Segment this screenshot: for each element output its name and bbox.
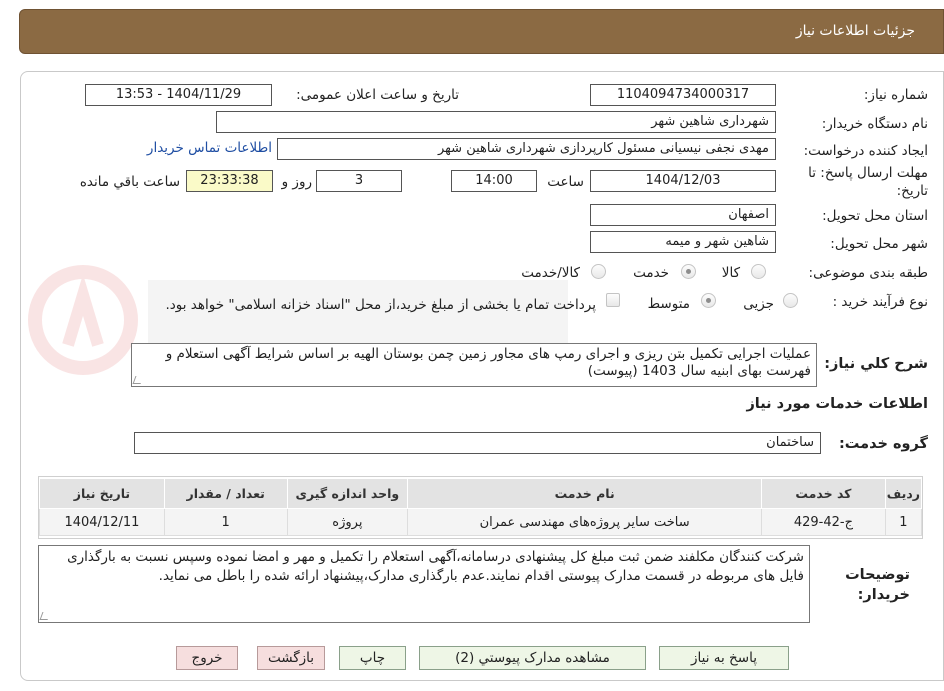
cell-unit: پروژه xyxy=(286,508,409,536)
deadline-time-label: ساعت xyxy=(547,174,584,190)
cell-row-number: 1 xyxy=(884,508,923,536)
process-medium-radio[interactable] xyxy=(701,293,716,308)
column-header-quantity: تعداد / مقدار xyxy=(163,478,288,509)
remaining-label: ساعت باقي مانده xyxy=(79,174,180,190)
category-label: طبقه بندی موضوعی: xyxy=(808,265,928,281)
description-text: عملیات اجرایی تکمیل بتن ریزی و اجرای رمپ… xyxy=(165,346,811,379)
city-field: شاهین شهر و میمه xyxy=(590,231,776,253)
deadline-time-field: 14:00 xyxy=(451,170,537,192)
requester-field: مهدی نجفی نیسیانی مسئول کارپردازی شهردار… xyxy=(277,138,776,160)
province-field: اصفهان xyxy=(590,204,776,226)
column-header-need-date: تاریخ نیاز xyxy=(39,478,165,509)
province-label: استان محل تحویل: xyxy=(822,208,928,224)
buyer-notes-label: توضیحات xyxy=(845,567,910,583)
table-row: 1 ج-42-429 ساخت سایر پروژه‌های مهندسی عم… xyxy=(39,508,923,536)
page-header: جزئیات اطلاعات نیاز xyxy=(19,9,944,54)
process-minor-label: جزیی xyxy=(743,296,774,312)
column-header-unit: واحد اندازه گیری xyxy=(286,478,409,509)
category-goods-label: کالا xyxy=(721,265,740,281)
page-title: جزئیات اطلاعات نیاز xyxy=(795,23,915,39)
cell-need-date: 1404/12/11 xyxy=(39,508,165,536)
buyer-contact-link[interactable]: اطلاعات تماس خریدار xyxy=(147,140,272,156)
remaining-time-field: 23:33:38 xyxy=(186,170,273,192)
back-button[interactable]: بازگشت xyxy=(257,646,325,670)
announce-datetime-field: 1404/11/29 - 13:53 xyxy=(85,84,272,106)
announce-label: تاریخ و ساعت اعلان عمومی: xyxy=(296,87,459,103)
resize-handle-icon[interactable] xyxy=(132,376,144,384)
need-number-label: شماره نیاز: xyxy=(863,87,928,103)
view-attachments-button[interactable]: مشاهده مدارک پیوستي (2) xyxy=(419,646,646,670)
cell-service-name: ساخت سایر پروژه‌های مهندسی عمران xyxy=(407,508,763,536)
column-header-service-code: کد خدمت xyxy=(761,478,886,509)
process-label: نوع فرآیند خرید : xyxy=(832,294,928,310)
remaining-days-field: 3 xyxy=(316,170,402,192)
table-header-row: ردیف کد خدمت نام خدمت واحد اندازه گیری ت… xyxy=(39,478,923,509)
service-group-label: گروه خدمت: xyxy=(838,436,928,452)
category-goods-radio[interactable] xyxy=(751,264,766,279)
reply-button[interactable]: پاسخ به نیاز xyxy=(659,646,789,670)
column-header-service-name: نام خدمت xyxy=(407,478,763,509)
category-goods-service-label: کالا/خدمت xyxy=(521,265,580,281)
requester-label: ایجاد کننده درخواست: xyxy=(803,143,928,159)
need-number-field: 1104094734000317 xyxy=(590,84,776,106)
buyer-notes-textarea[interactable]: شرکت کنندگان مکلفند ضمن ثبت مبلغ کل پیشن… xyxy=(38,545,810,623)
cell-service-code: ج-42-429 xyxy=(761,508,886,536)
buyer-org-label: نام دستگاه خریدار: xyxy=(821,116,928,132)
city-label: شهر محل تحویل: xyxy=(830,236,928,252)
treasury-payment-note: پرداخت تمام یا بخشی از مبلغ خرید،از محل … xyxy=(165,297,596,313)
days-label: روز و xyxy=(281,174,312,190)
deadline-date-label: تاریخ: xyxy=(896,183,928,199)
print-button[interactable]: چاپ xyxy=(339,646,406,670)
services-table: ردیف کد خدمت نام خدمت واحد اندازه گیری ت… xyxy=(39,478,923,536)
category-service-radio[interactable] xyxy=(681,264,696,279)
service-group-field: ساختمان xyxy=(134,432,821,454)
buyer-notes-label-2: خریدار: xyxy=(857,587,910,603)
exit-button[interactable]: خروج xyxy=(176,646,238,670)
services-section-title: اطلاعات خدمات مورد نیاز xyxy=(746,396,928,412)
category-service-label: خدمت xyxy=(633,265,669,281)
buyer-org-field: شهرداری شاهین شهر xyxy=(216,111,776,133)
column-header-row-number: ردیف xyxy=(884,478,923,509)
description-label: شرح کلي نياز: xyxy=(824,356,928,372)
category-goods-service-radio[interactable] xyxy=(591,264,606,279)
deadline-label: مهلت ارسال پاسخ: تا xyxy=(808,165,928,181)
process-medium-label: متوسط xyxy=(647,296,690,312)
description-textarea[interactable]: عملیات اجرایی تکمیل بتن ریزی و اجرای رمپ… xyxy=(131,343,817,387)
process-minor-radio[interactable] xyxy=(783,293,798,308)
cell-quantity: 1 xyxy=(163,508,288,536)
resize-handle-icon[interactable] xyxy=(39,612,51,620)
deadline-date-field: 1404/12/03 xyxy=(590,170,776,192)
buyer-notes-text: شرکت کنندگان مکلفند ضمن ثبت مبلغ کل پیشن… xyxy=(67,549,804,584)
treasury-payment-checkbox[interactable] xyxy=(606,293,620,307)
